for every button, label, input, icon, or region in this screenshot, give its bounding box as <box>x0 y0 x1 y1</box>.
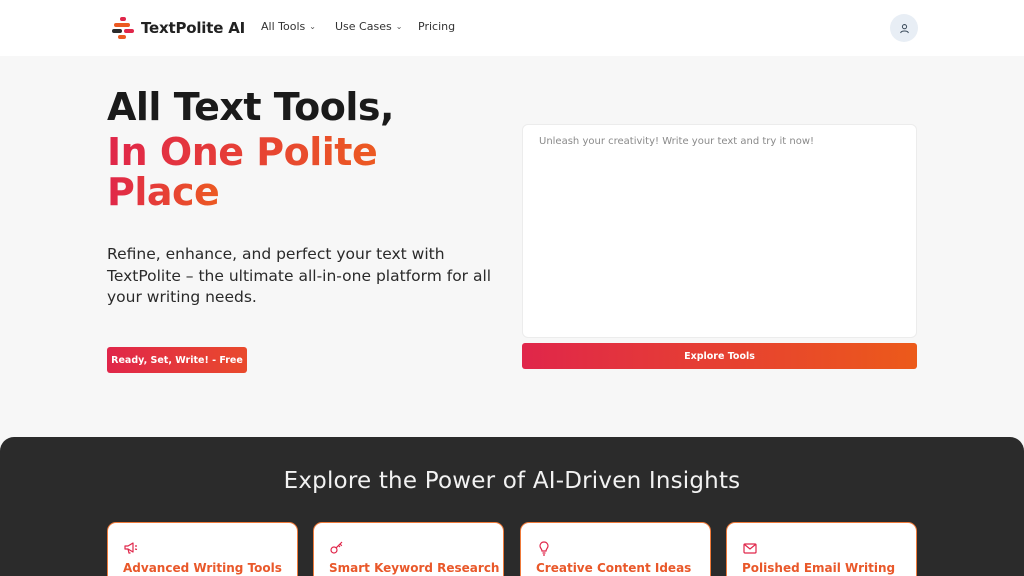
chevron-down-icon: ⌄ <box>309 22 316 31</box>
nav-pricing[interactable]: Pricing <box>418 20 455 33</box>
ready-set-write-button[interactable]: Ready, Set, Write! - Free <box>107 347 247 373</box>
explore-tools-button[interactable]: Explore Tools <box>522 343 917 369</box>
feature-card-writing-tools[interactable]: Advanced Writing Tools <box>107 522 298 576</box>
feature-card-title: Creative Content Ideas <box>536 561 692 575</box>
user-icon <box>899 23 909 33</box>
nav-all-tools-label: All Tools <box>261 20 306 33</box>
hero-title-line2: In One Polite <box>107 130 378 174</box>
chevron-down-icon: ⌄ <box>395 22 403 31</box>
hero-title-line1: All Text Tools, <box>107 85 394 129</box>
feature-card-title: Advanced Writing Tools <box>123 561 282 575</box>
lightbulb-icon <box>539 541 549 556</box>
site-header: TextPolite AI All Tools ⌄ Use Cases ⌄ Pr… <box>0 0 1024 56</box>
megaphone-icon <box>124 542 138 554</box>
feature-card-title: Polished Email Writing <box>742 561 896 575</box>
feature-card-keyword-research[interactable]: Smart Keyword Research <box>313 522 504 576</box>
feature-card-content-ideas[interactable]: Creative Content Ideas <box>520 522 711 576</box>
feature-card-title: Smart Keyword Research <box>329 561 500 575</box>
user-account-button[interactable] <box>890 14 918 42</box>
brand-name: TextPolite AI <box>141 19 245 37</box>
key-icon <box>330 541 343 554</box>
features-title: Explore the Power of AI-Driven Insights <box>283 468 741 494</box>
nav-use-cases-label: Use Cases <box>335 20 392 33</box>
text-input[interactable] <box>522 124 917 338</box>
hero-title-line3: Place <box>107 170 220 214</box>
nav-use-cases[interactable]: Use Cases ⌄ <box>335 20 402 33</box>
brand-logo[interactable]: TextPolite AI <box>112 16 245 40</box>
envelope-icon <box>743 543 757 554</box>
feature-card-email-writing[interactable]: Polished Email Writing <box>726 522 917 576</box>
nav-all-tools[interactable]: All Tools ⌄ <box>261 20 316 33</box>
hero-subtitle: Refine, enhance, and perfect your text w… <box>107 245 492 306</box>
logo-icon <box>112 17 134 39</box>
nav-pricing-label: Pricing <box>418 20 456 33</box>
